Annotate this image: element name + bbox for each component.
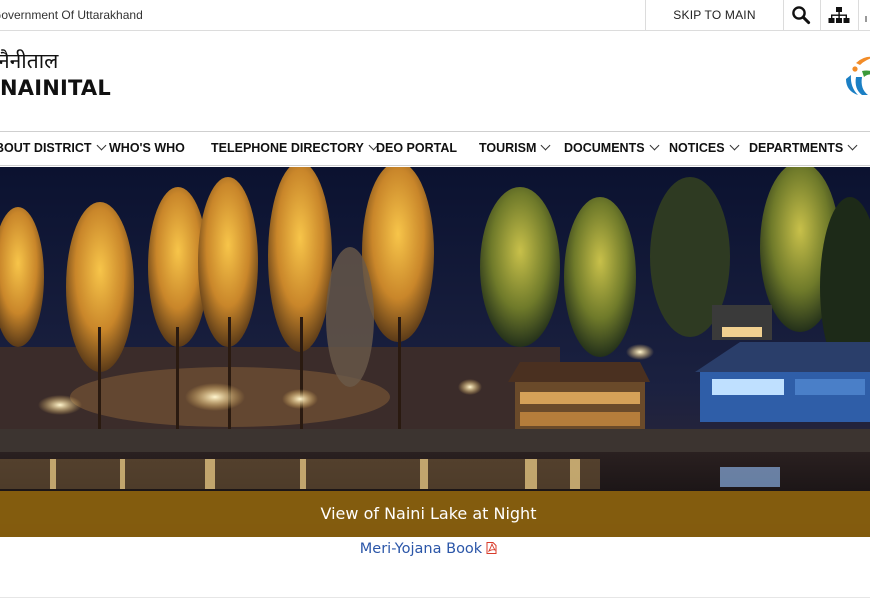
site-header: नैनीताल NAINITAL xyxy=(0,31,870,131)
hero-caption: View of Naini Lake at Night xyxy=(320,504,537,523)
nav-label: DOCUMENTS xyxy=(564,141,645,155)
nav-label: DEO PORTAL xyxy=(376,141,458,155)
nav-telephone-directory[interactable]: TELEPHONE DIRECTORY xyxy=(211,132,379,165)
chevron-down-icon xyxy=(649,140,660,151)
meri-yojana-book-link[interactable]: Meri-Yojana Book xyxy=(360,541,482,557)
sitemap-icon xyxy=(828,7,850,23)
chevron-down-icon xyxy=(540,140,551,151)
nav-whos-who[interactable]: WHO'S WHO xyxy=(109,132,185,165)
hero-caption-band: View of Naini Lake at Night xyxy=(0,491,870,537)
hero-slider[interactable]: View of Naini Lake at Night xyxy=(0,167,870,537)
nav-label: NOTICES xyxy=(669,141,725,155)
nav-departments[interactable]: DEPARTMENTS xyxy=(749,132,858,165)
top-bar: Government Of Uttarakhand SKIP TO MAIN C… xyxy=(0,0,870,52)
search-button[interactable] xyxy=(782,0,821,30)
content-divider xyxy=(0,597,870,598)
search-icon xyxy=(792,6,811,25)
chevron-down-icon xyxy=(729,140,740,151)
pdf-icon[interactable] xyxy=(486,541,497,554)
nav-label: ABOUT DISTRICT xyxy=(0,141,92,155)
nav-notices[interactable]: NOTICES xyxy=(669,132,740,165)
nav-tourism[interactable]: TOURISM xyxy=(479,132,551,165)
main-navigation: ABOUT DISTRICT WHO'S WHO TELEPHONE DIREC… xyxy=(0,131,870,166)
nav-documents[interactable]: DOCUMENTS xyxy=(564,132,660,165)
chevron-down-icon xyxy=(847,140,858,151)
site-title-english[interactable]: NAINITAL xyxy=(0,76,111,100)
nav-about-district[interactable]: ABOUT DISTRICT xyxy=(0,132,107,165)
skip-to-main-content-link[interactable]: SKIP TO MAIN CONTENT xyxy=(645,0,784,52)
nav-label: TELEPHONE DIRECTORY xyxy=(211,141,364,155)
government-label[interactable]: Government Of Uttarakhand xyxy=(0,0,143,30)
hero-image xyxy=(0,167,870,537)
nav-deo-portal[interactable]: DEO PORTAL xyxy=(376,132,457,165)
nav-label: DEPARTMENTS xyxy=(749,141,844,155)
nav-label: WHO'S WHO xyxy=(109,141,185,155)
nav-label: TOURISM xyxy=(479,141,537,155)
sitemap-button[interactable] xyxy=(820,0,859,30)
chevron-down-icon xyxy=(96,140,107,151)
meri-yojana-section: Meri-Yojana Book xyxy=(0,538,857,559)
emblem-logo[interactable] xyxy=(842,53,870,101)
site-title-hindi[interactable]: नैनीताल xyxy=(0,48,58,74)
more-menu-stub[interactable] xyxy=(858,0,870,30)
